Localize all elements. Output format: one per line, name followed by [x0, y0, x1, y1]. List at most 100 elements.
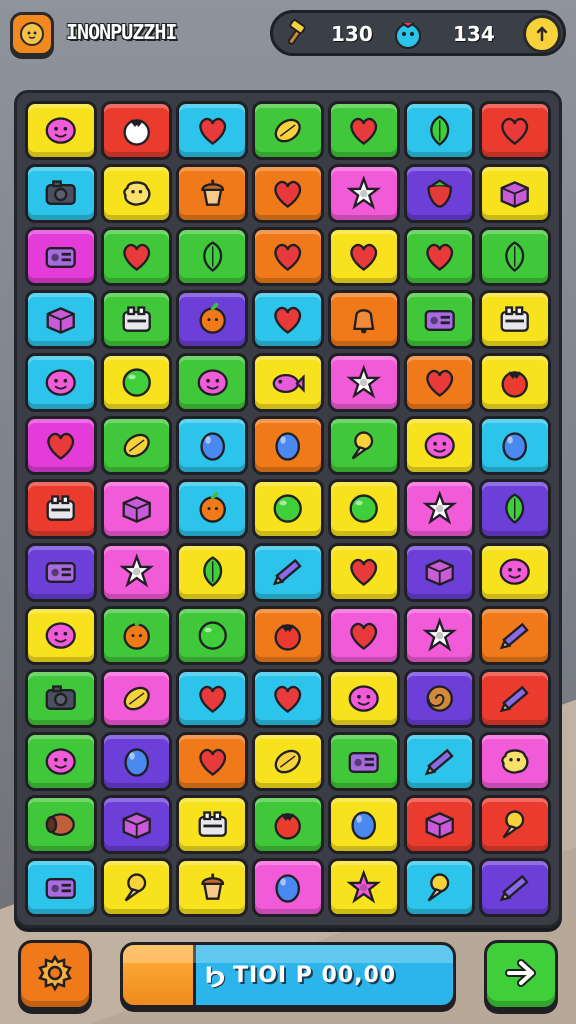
tile-heart[interactable] [252, 164, 324, 224]
tile-radio[interactable] [25, 227, 97, 287]
tile-orange[interactable] [100, 605, 173, 665]
tile-box[interactable] [479, 164, 551, 224]
tile-smiley[interactable] [479, 542, 551, 602]
tile-orange[interactable] [176, 479, 249, 539]
tile-heart[interactable] [403, 227, 476, 287]
tile-camera[interactable] [25, 164, 97, 224]
tile-smiley[interactable] [327, 668, 400, 728]
tile-lemon[interactable] [100, 416, 173, 476]
tile-radio[interactable] [327, 731, 400, 791]
puzzle-board [14, 90, 562, 928]
tile-pencil[interactable] [479, 857, 551, 917]
tile-heart[interactable] [25, 416, 97, 476]
tile-egg[interactable] [327, 794, 400, 854]
tile-lemon[interactable] [252, 731, 324, 791]
tile-leaf[interactable] [403, 101, 476, 161]
tile-fish[interactable] [252, 353, 324, 413]
tile-pencil[interactable] [479, 668, 551, 728]
tile-barrel[interactable] [25, 794, 97, 854]
tile-lemon[interactable] [252, 101, 324, 161]
tile-radio[interactable] [25, 857, 97, 917]
tile-leaf[interactable] [479, 227, 551, 287]
tile-radio[interactable] [25, 542, 97, 602]
tile-tomato[interactable] [479, 353, 551, 413]
tile-toaster[interactable] [25, 479, 97, 539]
heart-icon [350, 117, 378, 145]
tile-smiley[interactable] [176, 353, 249, 413]
tile-smiley[interactable] [403, 416, 476, 476]
tile-heart[interactable] [327, 227, 400, 287]
tile-star[interactable] [100, 542, 173, 602]
next-button[interactable] [484, 940, 558, 1010]
tile-egg[interactable] [176, 416, 249, 476]
tile-shell[interactable] [403, 668, 476, 728]
tile-leaf[interactable] [479, 479, 551, 539]
tile-lemon[interactable] [100, 668, 173, 728]
tile-star[interactable] [327, 353, 400, 413]
tile-heart[interactable] [327, 605, 400, 665]
tile-ball[interactable] [100, 353, 173, 413]
tile-egg[interactable] [252, 857, 324, 917]
tile-heart[interactable] [176, 101, 249, 161]
tile-ball[interactable] [176, 605, 249, 665]
tile-star[interactable] [327, 164, 400, 224]
tile-box[interactable] [100, 794, 173, 854]
tile-tomato[interactable] [252, 605, 324, 665]
tile-camera[interactable] [25, 668, 97, 728]
tile-heart[interactable] [327, 542, 400, 602]
tile-box[interactable] [403, 542, 476, 602]
tile-pin[interactable] [100, 857, 173, 917]
tile-tomato[interactable] [100, 101, 173, 161]
tile-leaf[interactable] [176, 227, 249, 287]
tile-ball[interactable] [327, 479, 400, 539]
tile-smiley[interactable] [25, 605, 97, 665]
tile-heart[interactable] [252, 668, 324, 728]
tile-egg[interactable] [479, 416, 551, 476]
tile-smiley[interactable] [25, 101, 97, 161]
tile-bell[interactable] [327, 290, 400, 350]
cat-face-icon[interactable] [10, 12, 54, 56]
tile-pin[interactable] [327, 416, 400, 476]
tile-box[interactable] [25, 290, 97, 350]
tile-toaster[interactable] [100, 290, 173, 350]
tile-heart[interactable] [176, 668, 249, 728]
tile-heart[interactable] [176, 731, 249, 791]
tile-heart[interactable] [327, 101, 400, 161]
tile-heart[interactable] [252, 227, 324, 287]
tile-toaster[interactable] [176, 794, 249, 854]
coin-icon[interactable] [523, 15, 561, 53]
tile-box[interactable] [403, 794, 476, 854]
tile-orange[interactable] [176, 290, 249, 350]
settings-button[interactable] [18, 940, 92, 1010]
box-icon [122, 496, 151, 524]
leaf-icon [505, 493, 525, 525]
tile-pencil[interactable] [403, 731, 476, 791]
tile-pin[interactable] [403, 857, 476, 917]
tile-smiley[interactable] [25, 731, 97, 791]
tile-tomato[interactable] [252, 794, 324, 854]
tile-pencil[interactable] [479, 605, 551, 665]
tile-egg[interactable] [252, 416, 324, 476]
tile-toaster[interactable] [479, 290, 551, 350]
tile-heart[interactable] [252, 290, 324, 350]
tile-ball[interactable] [252, 479, 324, 539]
tile-acorn[interactable] [176, 164, 249, 224]
star-icon [422, 616, 457, 652]
tile-star[interactable] [327, 857, 400, 917]
tile-radio[interactable] [403, 290, 476, 350]
tile-star[interactable] [403, 605, 476, 665]
tile-pin[interactable] [479, 794, 551, 854]
tile-egg[interactable] [100, 731, 173, 791]
tile-blob[interactable] [479, 731, 551, 791]
tile-heart[interactable] [479, 101, 551, 161]
tile-heart[interactable] [403, 353, 476, 413]
tile-strawberry[interactable] [403, 164, 476, 224]
tile-star[interactable] [403, 479, 476, 539]
tile-leaf[interactable] [176, 542, 249, 602]
tile-box[interactable] [100, 479, 173, 539]
tile-heart[interactable] [100, 227, 173, 287]
tile-smiley[interactable] [25, 353, 97, 413]
tile-pencil[interactable] [252, 542, 324, 602]
tile-acorn[interactable] [176, 857, 249, 917]
tile-blob[interactable] [100, 164, 173, 224]
